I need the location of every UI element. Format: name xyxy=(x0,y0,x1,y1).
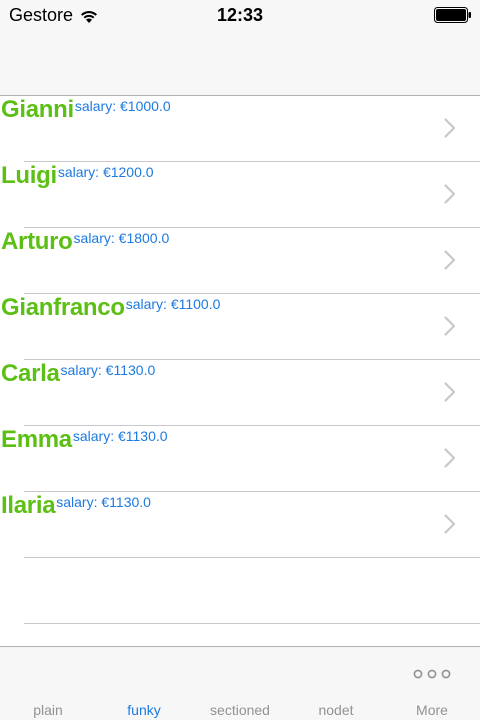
chevron-right-icon xyxy=(444,514,456,534)
tab-plain[interactable]: plain xyxy=(0,647,96,720)
employee-salary: salary: €1800.0 xyxy=(73,230,170,246)
navigation-bar: Gestore 12:33 xyxy=(0,0,480,96)
employee-salary: salary: €1130.0 xyxy=(72,428,168,444)
tab-label: More xyxy=(416,702,448,718)
tab-sectioned[interactable]: sectioned xyxy=(192,647,288,720)
tab-bar: plain funky sectioned nodet More xyxy=(0,646,480,720)
table-row[interactable]: Carla salary: €1130.0 xyxy=(0,360,480,426)
chevron-right-icon xyxy=(444,250,456,270)
chevron-right-icon xyxy=(444,118,456,138)
tab-label: funky xyxy=(127,702,161,718)
chevron-right-icon xyxy=(444,184,456,204)
status-time: 12:33 xyxy=(216,5,264,25)
chevron-right-icon xyxy=(444,448,456,468)
table-row[interactable]: Emma salary: €1130.0 xyxy=(0,426,480,492)
chevron-right-icon xyxy=(444,382,456,402)
tab-funky[interactable]: funky xyxy=(96,647,192,720)
app-screen: Gestore 12:33 Gianni salary: €1000.0 Lui… xyxy=(0,0,480,720)
employee-name: Gianni xyxy=(1,96,74,123)
tab-more[interactable]: More xyxy=(384,647,480,720)
employee-salary: salary: €1130.0 xyxy=(60,362,156,378)
employee-salary: salary: €1000.0 xyxy=(74,98,171,114)
employee-name: Carla xyxy=(1,360,60,387)
tab-label: sectioned xyxy=(210,702,270,718)
more-icon xyxy=(413,669,451,679)
employee-table: Gianni salary: €1000.0 Luigi salary: €12… xyxy=(0,96,480,646)
employee-name: Ilaria xyxy=(1,492,56,519)
employee-salary: salary: €1130.0 xyxy=(56,494,151,510)
chevron-right-icon xyxy=(444,316,456,336)
battery-icon xyxy=(434,7,471,23)
tab-label: plain xyxy=(33,702,63,718)
employee-name: Emma xyxy=(1,426,72,453)
table-row[interactable]: Luigi salary: €1200.0 xyxy=(0,162,480,228)
employee-salary: salary: €1200.0 xyxy=(57,164,154,180)
employee-name: Luigi xyxy=(1,162,57,189)
employee-name: Arturo xyxy=(1,228,73,255)
table-row[interactable]: Gianni salary: €1000.0 xyxy=(0,96,480,162)
tab-label: nodet xyxy=(318,702,354,718)
empty-row xyxy=(0,558,480,624)
table-row[interactable]: Gianfranco salary: €1100.0 xyxy=(0,294,480,360)
table-row[interactable]: Ilaria salary: €1130.0 xyxy=(0,492,480,558)
table-row[interactable]: Arturo salary: €1800.0 xyxy=(0,228,480,294)
tab-nodet[interactable]: nodet xyxy=(288,647,384,720)
employee-salary: salary: €1100.0 xyxy=(125,296,221,312)
employee-name: Gianfranco xyxy=(1,294,125,321)
